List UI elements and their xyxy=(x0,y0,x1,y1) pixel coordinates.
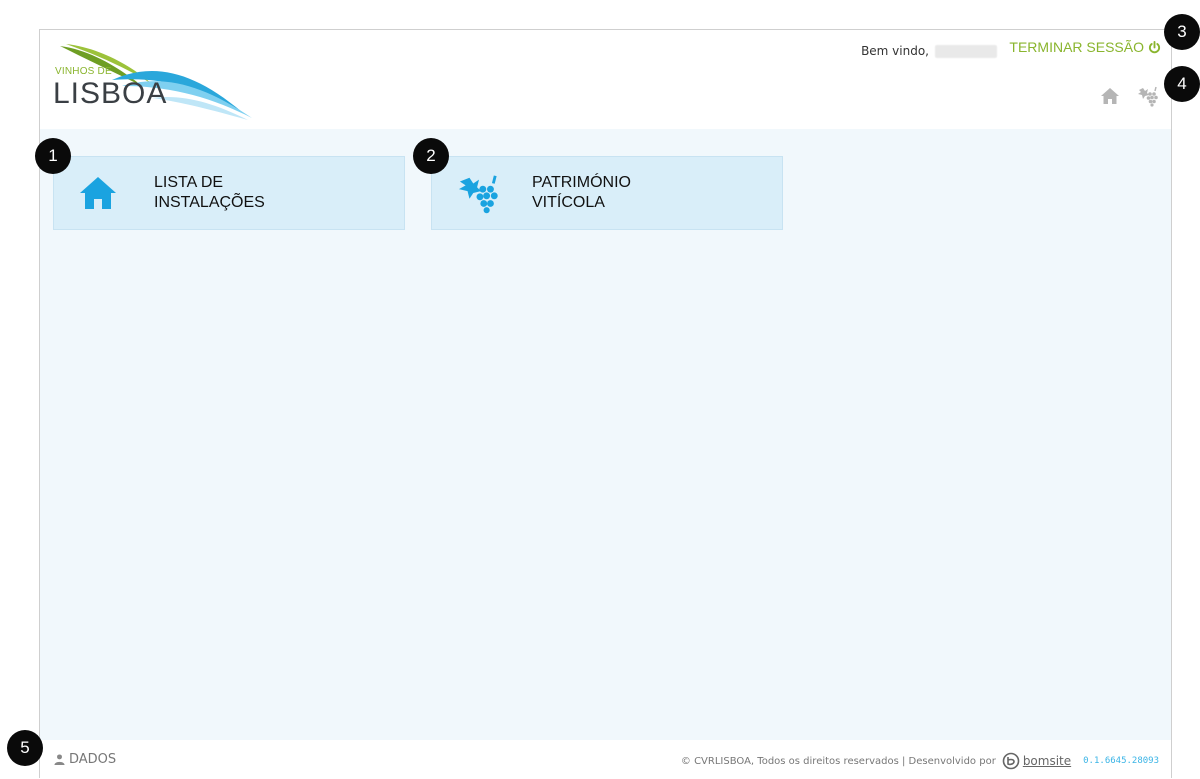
welcome-message: Bem vindo, xyxy=(861,41,1001,61)
logo-small-text: VINHOS DE xyxy=(55,66,112,77)
annotation-marker-3: 3 xyxy=(1164,14,1200,50)
annotation-marker-1: 1 xyxy=(35,138,71,174)
bomsite-label: bomsite xyxy=(1022,754,1072,768)
annotation-marker-5: 5 xyxy=(7,730,43,766)
annotation-marker-4: 4 xyxy=(1164,66,1200,102)
grapes-icon xyxy=(1138,86,1158,107)
grapes-icon xyxy=(458,175,498,214)
username-redacted xyxy=(935,44,997,58)
copyright-text: © CVRLISBOA, Todos os direitos reservado… xyxy=(680,755,996,767)
tile-icon-wrap xyxy=(78,175,138,211)
tile-lista-instalacoes[interactable]: LISTA DE INSTALAÇÕES xyxy=(53,156,405,230)
home-icon xyxy=(80,177,116,209)
top-navigation xyxy=(1099,85,1159,107)
tile-icon-wrap xyxy=(456,172,516,214)
dados-label: DADOS xyxy=(69,752,117,767)
bomsite-logo-icon xyxy=(1002,752,1020,770)
vinhos-de-lisboa-logo[interactable]: VINHOS DE LISBOA xyxy=(52,40,252,120)
footer: DADOS © CVRLISBOA, Todos os direitos res… xyxy=(40,740,1171,779)
dados-link[interactable]: DADOS xyxy=(54,752,116,767)
user-icon xyxy=(54,754,65,765)
logout-button[interactable]: TERMINAR SESSÃO xyxy=(1009,39,1161,55)
copyright-bar: © CVRLISBOA, Todos os direitos reservado… xyxy=(681,752,1159,770)
nav-vineyard-button[interactable] xyxy=(1137,85,1159,107)
bomsite-link[interactable]: bomsite xyxy=(1002,752,1071,770)
main-content: LISTA DE INSTALAÇÕES PATRIMÓNIO VITÍCOLA xyxy=(40,129,1171,740)
annotation-marker-2: 2 xyxy=(413,138,449,174)
header: VINHOS DE LISBOA Bem vindo, TERMINAR SES… xyxy=(40,30,1171,129)
home-icon xyxy=(1101,88,1119,104)
version-text: 0.1.6645.28093 xyxy=(1083,756,1159,766)
logo-big-text: LISBOA xyxy=(53,77,168,110)
logout-label: TERMINAR SESSÃO xyxy=(1009,39,1144,55)
app-frame: VINHOS DE LISBOA Bem vindo, TERMINAR SES… xyxy=(39,29,1172,779)
welcome-text: Bem vindo, xyxy=(861,44,929,58)
tile-patrimonio-viticola[interactable]: PATRIMÓNIO VITÍCOLA xyxy=(431,156,783,230)
tile-label: PATRIMÓNIO VITÍCOLA xyxy=(532,174,631,211)
nav-home-button[interactable] xyxy=(1099,85,1121,107)
tile-label: LISTA DE INSTALAÇÕES xyxy=(154,174,265,211)
power-icon xyxy=(1148,40,1161,54)
